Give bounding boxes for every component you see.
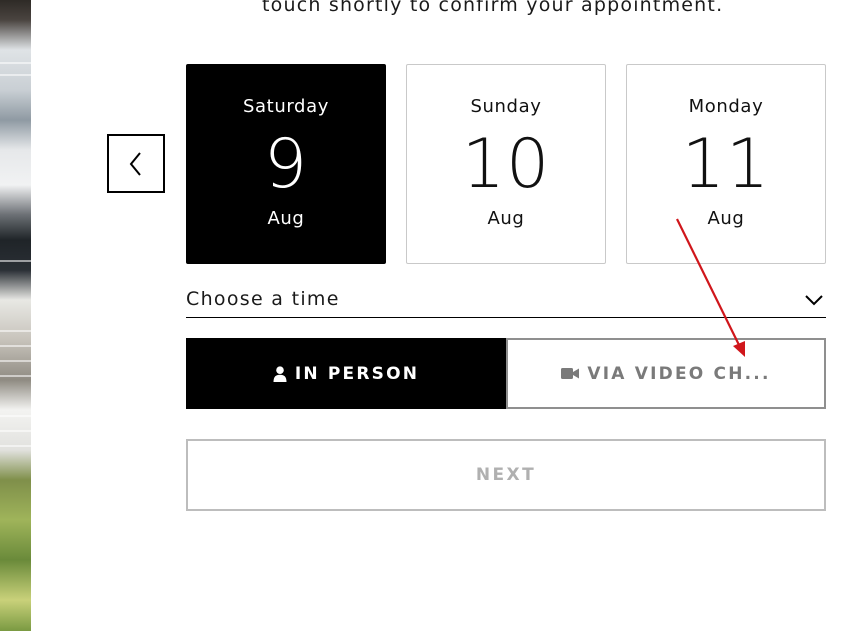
day-number: 11 (681, 125, 771, 204)
day-number: 10 (461, 125, 551, 204)
video-chat-button[interactable]: VIA VIDEO CH... (506, 338, 826, 409)
chevron-down-icon (805, 295, 823, 306)
time-select-dropdown[interactable]: Choose a time (186, 284, 826, 318)
day-weekday: Saturday (243, 96, 329, 117)
user-icon (273, 365, 287, 382)
chevron-left-icon (129, 151, 141, 176)
day-number: 9 (263, 125, 309, 204)
in-person-label: IN PERSON (294, 363, 420, 384)
day-month: Aug (707, 208, 745, 229)
video-camera-icon (561, 367, 580, 380)
day-card-saturday[interactable]: Saturday 9 Aug (186, 64, 386, 264)
day-card-sunday[interactable]: Sunday 10 Aug (406, 64, 606, 264)
previous-days-button[interactable] (107, 134, 165, 193)
day-month: Aug (267, 208, 305, 229)
day-weekday: Monday (688, 96, 764, 117)
day-weekday: Sunday (470, 96, 542, 117)
next-button-label: NEXT (475, 465, 537, 485)
next-button[interactable]: NEXT (186, 439, 826, 511)
confirmation-message: touch shortly to confirm your appointmen… (262, 0, 724, 16)
house-photo-strip (0, 0, 31, 631)
day-month: Aug (487, 208, 525, 229)
in-person-button[interactable]: IN PERSON (186, 338, 506, 409)
day-card-monday[interactable]: Monday 11 Aug (626, 64, 826, 264)
video-chat-label: VIA VIDEO CH... (587, 363, 771, 384)
appointment-booking-panel: touch shortly to confirm your appointmen… (0, 0, 844, 631)
time-select-placeholder: Choose a time (186, 288, 340, 310)
